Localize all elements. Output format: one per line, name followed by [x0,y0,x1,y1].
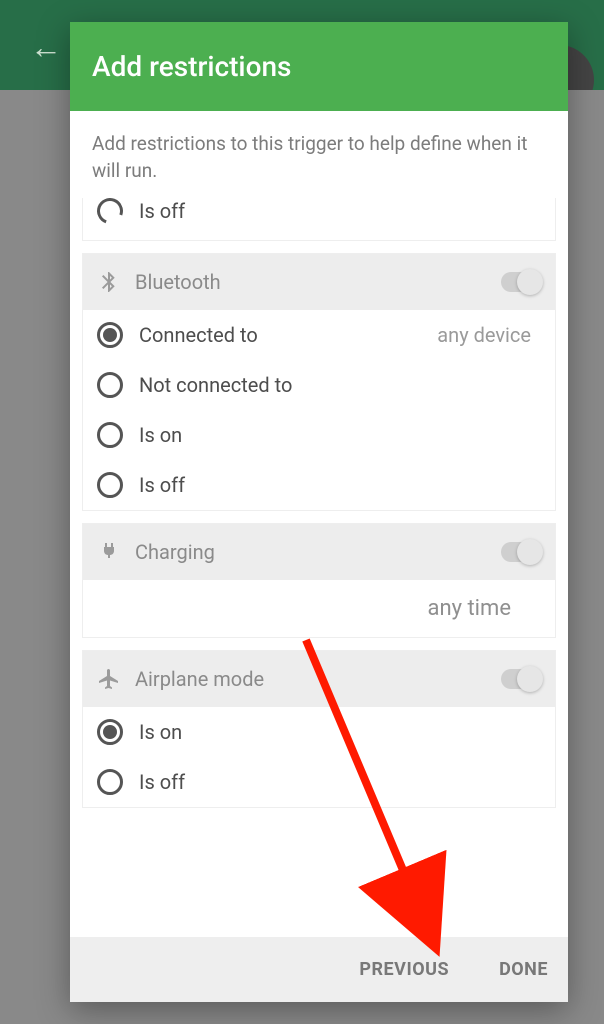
option-label: Is on [139,720,541,744]
section-header-bluetooth[interactable]: Bluetooth [83,254,555,310]
back-arrow-icon: ← [30,28,62,66]
section-header-charging[interactable]: Charging [83,524,555,580]
option-connected-to[interactable]: Connected to any device [83,310,555,360]
dialog-description: Add restrictions to this trigger to help… [70,111,568,198]
charging-options: any time [83,580,555,637]
bluetooth-icon [97,270,121,294]
done-button[interactable]: DONE [499,959,548,980]
radio-icon [97,372,123,398]
add-restrictions-dialog: Add restrictions Add restrictions to thi… [70,22,568,1002]
toggle-bluetooth[interactable] [501,272,541,292]
charging-subtext[interactable]: any time [83,580,525,637]
toggle-airplane[interactable] [501,669,541,689]
plug-icon [97,540,121,564]
option-not-connected-to[interactable]: Not connected to [83,360,555,410]
dialog-footer: PREVIOUS DONE [70,937,568,1002]
option-is-off[interactable]: Is off [83,757,555,807]
option-label: Is off [139,473,541,497]
option-is-on[interactable]: Is on [83,410,555,460]
section-airplane: Airplane mode Is on Is off [82,650,556,808]
toggle-charging[interactable] [501,542,541,562]
restrictions-scroll[interactable]: Is off Bluetooth Connected to any device… [70,198,568,937]
airplane-icon [97,667,121,691]
radio-icon [97,322,123,348]
radio-icon [93,198,128,228]
bluetooth-options: Connected to any device Not connected to… [83,310,555,510]
section-title: Airplane mode [135,667,501,691]
dialog-title: Add restrictions [70,22,568,111]
option-is-off[interactable]: Is off [83,460,555,510]
option-label: Is off [139,199,185,223]
airplane-options: Is on Is off [83,707,555,807]
option-extra: any device [437,323,531,347]
option-label: Connected to [139,323,437,347]
option-is-on[interactable]: Is on [83,707,555,757]
option-label: Not connected to [139,373,541,397]
option-row-partial[interactable]: Is off [82,198,556,241]
section-charging: Charging any time [82,523,556,638]
section-title: Charging [135,540,501,564]
section-header-airplane[interactable]: Airplane mode [83,651,555,707]
section-bluetooth: Bluetooth Connected to any device Not co… [82,253,556,511]
section-title: Bluetooth [135,270,501,294]
previous-button[interactable]: PREVIOUS [359,959,449,980]
radio-icon [97,719,123,745]
radio-icon [97,422,123,448]
radio-icon [97,472,123,498]
option-label: Is off [139,770,541,794]
option-label: Is on [139,423,541,447]
radio-icon [97,769,123,795]
